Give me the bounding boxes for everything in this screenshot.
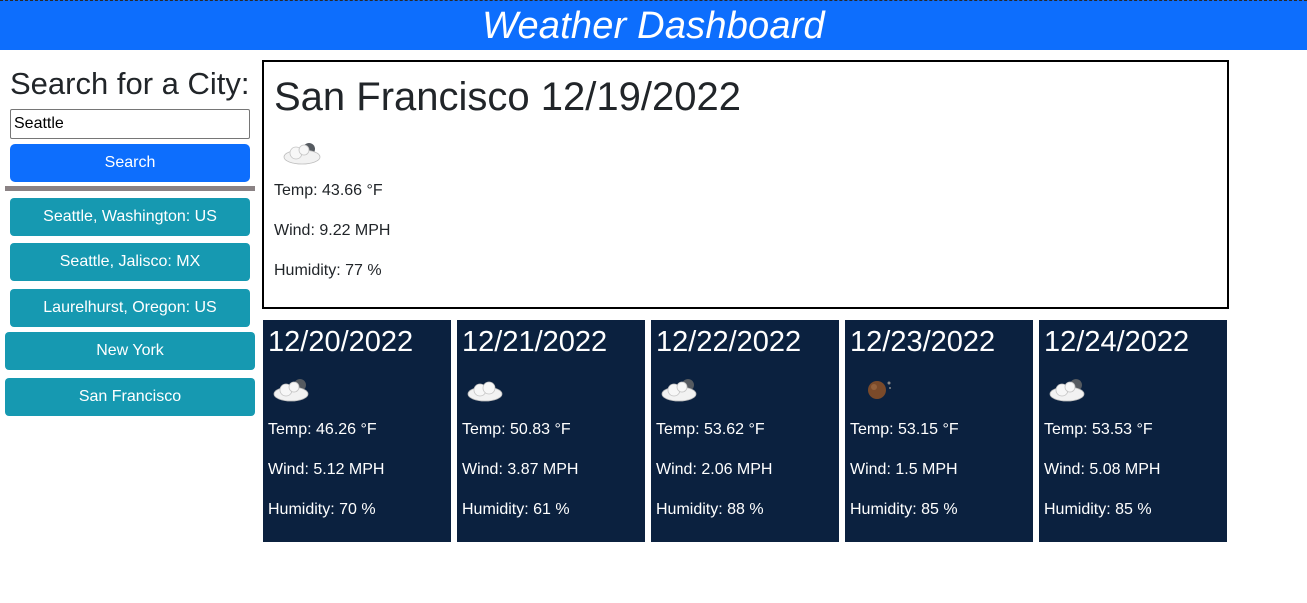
history-button-seattle-jalisco[interactable]: Seattle, Jalisco: MX [10, 243, 250, 281]
forecast-wind: Wind: 3.87 MPH [462, 461, 579, 478]
current-weather-card: San Francisco 12/19/2022 Temp: 43.66 °F … [262, 60, 1229, 309]
forecast-humidity: Humidity: 61 % [462, 501, 570, 518]
forecast-date: 12/23/2022 [850, 326, 996, 358]
cloud-icon [467, 381, 503, 402]
partly-cloudy-night-icon [273, 379, 309, 402]
forecast-date: 12/21/2022 [462, 326, 608, 358]
forecast-temp: Temp: 53.62 °F [656, 421, 765, 438]
forecast-temp: Temp: 50.83 °F [462, 421, 571, 438]
search-sidebar: Search for a City: Search Seattle, Washi… [0, 50, 260, 603]
forecast-wind: Wind: 2.06 MPH [656, 461, 773, 478]
page-title: Weather Dashboard [482, 4, 825, 47]
partly-cloudy-night-icon [283, 143, 321, 165]
sidebar-divider [5, 186, 255, 191]
forecast-card: 12/23/2022 Temp: 53.15 °F Wind: 1.5 MPH … [845, 320, 1033, 542]
current-humidity: Humidity: 77 % [274, 262, 382, 279]
forecast-date: 12/22/2022 [656, 326, 802, 358]
forecast-temp: Temp: 53.53 °F [1044, 421, 1153, 438]
forecast-date: 12/20/2022 [268, 326, 414, 358]
search-button[interactable]: Search [10, 144, 250, 182]
forecast-wind: Wind: 5.08 MPH [1044, 461, 1161, 478]
forecast-wind: Wind: 5.12 MPH [268, 461, 385, 478]
forecast-date: 12/24/2022 [1044, 326, 1190, 358]
forecast-humidity: Humidity: 70 % [268, 501, 376, 518]
partly-cloudy-night-icon [1049, 379, 1085, 402]
current-wind: Wind: 9.22 MPH [274, 222, 391, 239]
forecast-humidity: Humidity: 85 % [850, 501, 958, 518]
forecast-wind: Wind: 1.5 MPH [850, 461, 958, 478]
search-heading: Search for a City: [10, 66, 250, 101]
history-button-laurelhurst[interactable]: Laurelhurst, Oregon: US [10, 289, 250, 327]
forecast-humidity: Humidity: 88 % [656, 501, 764, 518]
clear-night-icon [868, 381, 891, 399]
forecast-card: 12/21/2022 Temp: 50.83 °F Wind: 3.87 MPH… [457, 320, 645, 542]
current-temp: Temp: 43.66 °F [274, 182, 383, 199]
forecast-card: 12/22/2022 Temp: 53.62 °F Wind: 2.06 MPH… [651, 320, 839, 542]
history-button-seattle-washington[interactable]: Seattle, Washington: US [10, 198, 250, 236]
history-button-san-francisco[interactable]: San Francisco [5, 378, 255, 416]
forecast-humidity: Humidity: 85 % [1044, 501, 1152, 518]
history-button-new-york[interactable]: New York [5, 332, 255, 370]
current-city-date: San Francisco 12/19/2022 [274, 75, 741, 119]
forecast-temp: Temp: 53.15 °F [850, 421, 959, 438]
forecast-temp: Temp: 46.26 °F [268, 421, 377, 438]
forecast-card: 12/24/2022 Temp: 53.53 °F Wind: 5.08 MPH… [1039, 320, 1227, 542]
page-header: Weather Dashboard [0, 0, 1307, 50]
forecast-card: 12/20/2022 Temp: 46.26 °F Wind: 5.12 MPH… [263, 320, 451, 542]
partly-cloudy-night-icon [661, 379, 697, 402]
city-search-input[interactable] [10, 109, 250, 139]
